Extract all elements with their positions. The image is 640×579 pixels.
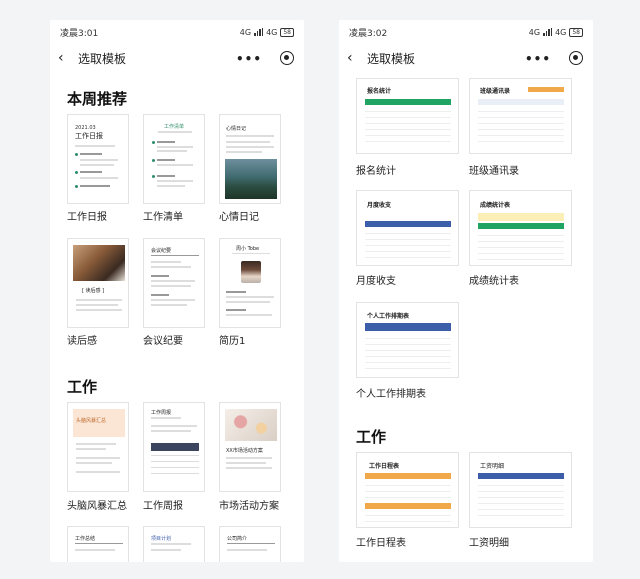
lake-photo	[225, 159, 277, 199]
template-card-work-daily[interactable]: 2021.03 工作日报	[67, 114, 129, 204]
network-4g-label-2: 4G	[266, 27, 278, 37]
nav-bar: ‹ 选取模板 •••	[339, 44, 593, 72]
template-card-reading-notes[interactable]: [ 读后感 ]	[67, 238, 129, 328]
back-chevron-icon[interactable]: ‹	[347, 50, 363, 66]
template-label: 个人工作排期表	[356, 389, 426, 400]
section-title-recommend: 本周推荐	[67, 90, 128, 108]
template-card-grade-stats[interactable]: 成绩统计表	[469, 190, 572, 266]
network-4g-label: 4G	[528, 27, 541, 37]
battery-icon: 58	[280, 27, 294, 37]
status-bar: 凌晨3:02 4G 4G 58	[339, 20, 593, 44]
template-card-work-summary[interactable]: 工作总结	[67, 526, 129, 562]
target-close-icon[interactable]	[280, 51, 294, 65]
template-label: 工作日报	[67, 212, 107, 223]
template-label: 头脑风暴汇总	[67, 501, 127, 512]
template-card-work-schedule[interactable]: 工作日程表	[356, 452, 459, 528]
avatar	[241, 261, 261, 283]
network-4g-label-2: 4G	[555, 27, 567, 37]
template-card-meeting-minutes[interactable]: 会议纪要	[143, 238, 205, 328]
status-bar: 凌晨3:01 4G 4G 58	[50, 20, 304, 44]
template-label: 月度收支	[356, 276, 396, 287]
template-label: 工作日程表	[356, 538, 406, 549]
template-card-company-profile[interactable]: 公司简介	[219, 526, 281, 562]
page-title: 选取模板	[78, 51, 127, 66]
status-time: 凌晨3:02	[349, 28, 388, 39]
template-label: 工作周报	[143, 501, 183, 512]
template-label: 工资明细	[469, 538, 509, 549]
battery-icon: 58	[569, 27, 583, 37]
template-label: 读后感	[67, 336, 97, 347]
template-label: 班级通讯录	[469, 166, 519, 177]
template-label: 简历1	[219, 336, 246, 347]
template-label: 工作清单	[143, 212, 183, 223]
left-screen: 凌晨3:01 4G 4G 58 ‹ 选取模板 ••• 本周推荐 2021.03 …	[50, 20, 304, 562]
template-card-signup-stats[interactable]: 报名统计	[356, 78, 459, 154]
back-chevron-icon[interactable]: ‹	[58, 50, 74, 66]
template-label: 市场活动方案	[219, 501, 279, 512]
template-card-salary-details[interactable]: 工资明细	[469, 452, 572, 528]
template-label: 成绩统计表	[469, 276, 519, 287]
template-card-project-plan[interactable]: 项目计划	[143, 526, 205, 562]
template-label: 报名统计	[356, 166, 396, 177]
signal-icon	[254, 28, 264, 36]
nav-bar: ‹ 选取模板 •••	[50, 44, 304, 72]
book-photo	[73, 245, 125, 281]
more-dots-icon[interactable]: •••	[525, 52, 551, 66]
template-card-personal-schedule[interactable]: 个人工作排期表	[356, 302, 459, 378]
page-title: 选取模板	[367, 51, 416, 66]
more-dots-icon[interactable]: •••	[236, 52, 262, 66]
template-card-mood-diary[interactable]: 心情日记	[219, 114, 281, 204]
template-card-resume[interactable]: 周小 Tobe	[219, 238, 281, 328]
template-card-marketing-plan[interactable]: XX市场活动方案	[219, 402, 281, 492]
template-card-work-list[interactable]: 工作清单	[143, 114, 205, 204]
flowers-photo	[225, 409, 277, 441]
signal-icon	[543, 28, 553, 36]
network-4g-label: 4G	[239, 27, 252, 37]
right-screen: 凌晨3:02 4G 4G 58 ‹ 选取模板 ••• 报名统计 报名统计 班级通…	[339, 20, 593, 562]
template-card-monthly-budget[interactable]: 月度收支	[356, 190, 459, 266]
target-close-icon[interactable]	[569, 51, 583, 65]
template-label: 会议纪要	[143, 336, 183, 347]
template-label: 心情日记	[219, 212, 259, 223]
status-time: 凌晨3:01	[60, 28, 99, 39]
section-title-work: 工作	[67, 378, 98, 396]
section-title-work: 工作	[356, 428, 387, 446]
template-card-brainstorm[interactable]: 头脑风暴汇总	[67, 402, 129, 492]
template-card-class-contacts[interactable]: 班级通讯录	[469, 78, 572, 154]
template-card-work-weekly[interactable]: 工作周报	[143, 402, 205, 492]
